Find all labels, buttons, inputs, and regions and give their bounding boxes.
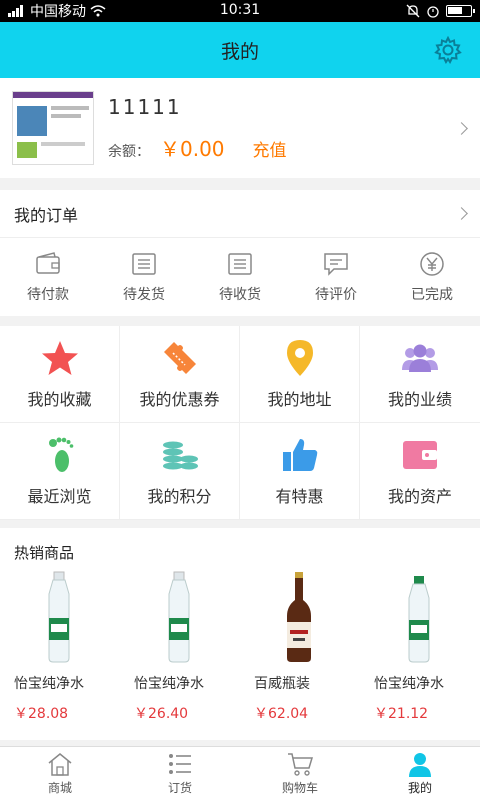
product-card[interactable]: 怡宝纯净水 ￥28.08 (0, 569, 120, 723)
chevron-right-icon (455, 121, 468, 135)
feature-label: 我的优惠券 (139, 390, 220, 409)
tab-mall[interactable]: 商城 (0, 747, 120, 800)
orders-title: 我的订单 (14, 205, 79, 225)
product-image[interactable] (134, 569, 224, 665)
document-icon (228, 253, 252, 275)
tab-order-goods[interactable]: 订货 (120, 747, 240, 800)
tab-mine[interactable]: 我的 (360, 747, 480, 800)
order-item-label: 待付款 (27, 287, 69, 303)
order-completed[interactable]: 已完成 (384, 238, 480, 316)
feature-label: 我的积分 (147, 487, 212, 506)
tab-cart[interactable]: 购物车 (240, 747, 360, 800)
feature-label: 我的收藏 (27, 390, 92, 409)
water-bottle-icon (48, 571, 70, 663)
product-list: 怡宝纯净水 ￥28.08 怡宝纯净水 ￥26.40 百威瓶装 ￥62.04 怡宝… (0, 569, 480, 723)
location-pin-icon (286, 340, 313, 376)
product-image[interactable] (254, 569, 344, 665)
feature-label: 有特惠 (275, 487, 324, 506)
title-bar: 我的 (0, 22, 480, 78)
avatar[interactable] (12, 91, 94, 165)
tab-label: 订货 (167, 781, 192, 795)
chevron-right-icon (455, 207, 468, 220)
water-bottle-icon (408, 576, 430, 663)
water-bottle-icon (168, 571, 190, 663)
order-pending-receipt[interactable]: 待收货 (192, 238, 288, 316)
footprint-icon (48, 437, 73, 472)
coupon-icon (163, 342, 196, 374)
product-price: ￥62.04 (254, 706, 309, 722)
order-item-label: 待收货 (219, 287, 261, 303)
order-pending-review[interactable]: 待评价 (288, 238, 384, 316)
feature-label: 我的资产 (387, 487, 452, 506)
home-icon (48, 753, 72, 776)
orders-section: 我的订单 待付款 待发货 待收货 待评价 已完成 (0, 190, 480, 316)
order-item-label: 已完成 (411, 287, 453, 303)
group-icon (402, 344, 438, 372)
bottom-tab-bar: 商城 订货 购物车 我的 (0, 746, 480, 800)
order-pending-payment[interactable]: 待付款 (0, 238, 96, 316)
status-time: 10:31 (219, 2, 261, 18)
feature-grid: 我的收藏 我的优惠券 我的地址 我的业绩 最近浏览 我的积分 有特惠 我的资产 (0, 326, 480, 520)
comment-icon (324, 253, 348, 276)
page-title: 我的 (220, 40, 259, 63)
feature-performance[interactable]: 我的业绩 (360, 326, 480, 423)
product-name: 百威瓶装 (254, 676, 310, 692)
username: 11111 (108, 94, 182, 119)
product-image[interactable] (374, 569, 464, 665)
hot-products-section: 热销商品 怡宝纯净水 ￥28.08 怡宝纯净水 ￥26.40 百威瓶装 ￥62.… (0, 528, 480, 740)
feature-special-offers[interactable]: 有特惠 (240, 423, 360, 520)
order-item-label: 待评价 (315, 287, 357, 303)
product-name: 怡宝纯净水 (134, 676, 204, 692)
order-status-row: 待付款 待发货 待收货 待评价 已完成 (0, 238, 480, 316)
status-bar: 中国移动 10:31 (0, 0, 480, 22)
product-price: ￥21.12 (374, 706, 429, 722)
settings-gear-icon[interactable] (434, 36, 462, 64)
product-price: ￥28.08 (14, 706, 69, 722)
user-icon (409, 753, 431, 777)
order-item-label: 待发货 (123, 287, 165, 303)
tab-label: 商城 (47, 781, 72, 795)
hot-products-title: 热销商品 (14, 544, 75, 562)
product-price: ￥26.40 (134, 706, 189, 722)
coins-icon (162, 441, 198, 470)
feature-address[interactable]: 我的地址 (240, 326, 360, 423)
product-image[interactable] (14, 569, 104, 665)
balance-label: 余额： (108, 143, 150, 160)
list-icon (169, 754, 191, 774)
orders-header[interactable]: 我的订单 (0, 190, 480, 238)
document-icon (132, 253, 156, 275)
balance-value: ￥0.00 (160, 136, 225, 161)
feature-assets[interactable]: 我的资产 (360, 423, 480, 520)
feature-recent-browse[interactable]: 最近浏览 (0, 423, 120, 520)
product-name: 怡宝纯净水 (14, 676, 84, 692)
product-card[interactable]: 百威瓶装 ￥62.04 (240, 569, 360, 723)
thumbs-up-icon (282, 439, 317, 471)
wallet-icon (36, 252, 60, 274)
feature-label: 我的业绩 (387, 390, 452, 409)
profile-card[interactable]: 11111 余额： ￥0.00 充值 (0, 78, 480, 178)
recharge-button[interactable]: 充值 (253, 136, 287, 161)
order-pending-shipment[interactable]: 待发货 (96, 238, 192, 316)
cart-icon (288, 753, 314, 776)
wallet-card-icon (403, 441, 437, 469)
feature-label: 我的地址 (267, 390, 332, 409)
feature-favorites[interactable]: 我的收藏 (0, 326, 120, 423)
tab-label: 我的 (407, 781, 432, 795)
feature-coupons[interactable]: 我的优惠券 (120, 326, 240, 423)
product-card[interactable]: 怡宝纯净水 ￥21.12 (360, 569, 480, 723)
yen-icon (420, 252, 444, 276)
feature-label: 最近浏览 (27, 487, 92, 506)
beer-bottle-icon (287, 572, 311, 662)
product-name: 怡宝纯净水 (374, 676, 444, 692)
product-card[interactable]: 怡宝纯净水 ￥26.40 (120, 569, 240, 723)
battery-icon (446, 5, 475, 17)
star-icon (41, 341, 78, 375)
profile-info: 11111 余额： ￥0.00 充值 (108, 95, 287, 162)
feature-points[interactable]: 我的积分 (120, 423, 240, 520)
tab-label: 购物车 (281, 781, 318, 795)
balance-row: 余额： ￥0.00 充值 (108, 133, 287, 162)
